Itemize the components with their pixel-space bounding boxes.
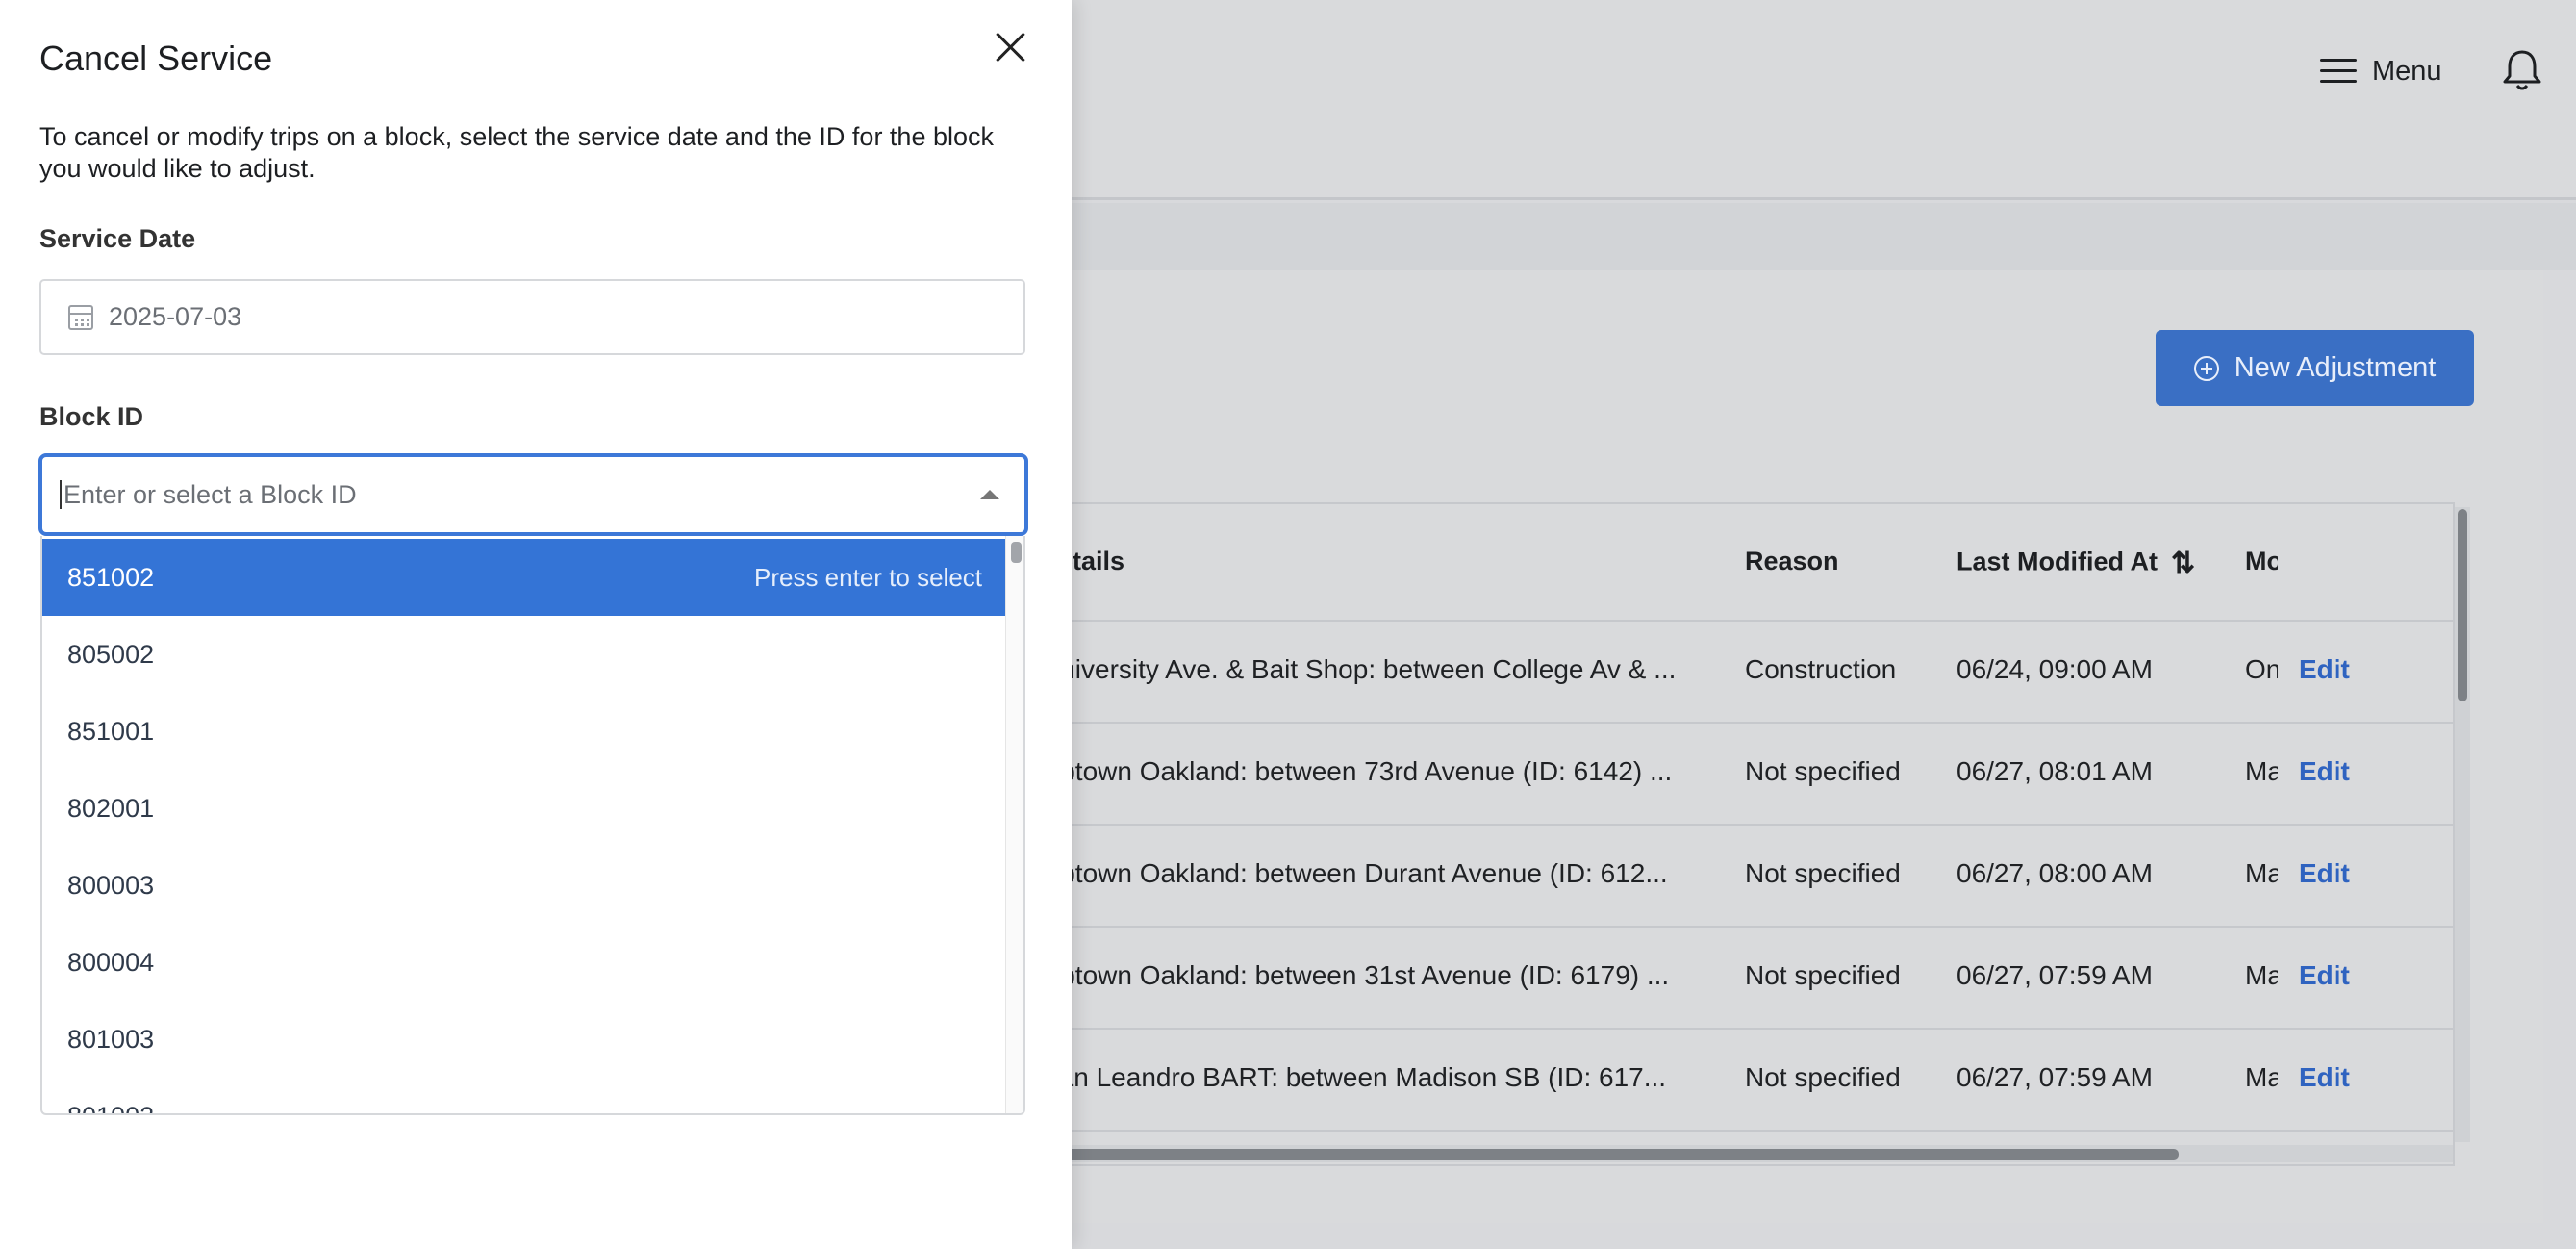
details-cell: University Ave. & Bait Shop: between Col… <box>1041 654 1677 684</box>
modified-by-cell: Ma <box>2245 858 2278 888</box>
drawer-title: Cancel Service <box>39 38 273 78</box>
block-option[interactable]: 851002 Press enter to select <box>42 539 1005 616</box>
calendar-icon <box>68 304 93 330</box>
plus-circle-icon <box>2193 355 2219 381</box>
menu-label: Menu <box>2372 55 2442 87</box>
column-modified-by: Mo <box>2245 547 2278 575</box>
table-row: Uptown Oakland: between 31st Avenue (ID:… <box>1041 928 2453 1030</box>
block-id-placeholder: Enter or select a Block ID <box>63 479 357 509</box>
adjustments-table: etails Reason Last Modified At⇅ Mo Unive… <box>1039 502 2455 1166</box>
bell-icon[interactable] <box>2501 48 2543 92</box>
menu-button[interactable]: Menu <box>2320 52 2442 90</box>
table-horizontal-scrollbar[interactable] <box>1039 1145 2453 1162</box>
table-row: San Leandro BART: between Madison SB (ID… <box>1041 1030 2453 1132</box>
sort-icon[interactable]: ⇅ <box>2171 547 2195 580</box>
column-last-modified[interactable]: Last Modified At ⇅ <box>1957 547 2195 580</box>
modified-cell: 06/27, 08:00 AM <box>1957 858 2153 888</box>
service-date-value: 2025-07-03 <box>109 302 242 331</box>
column-reason: Reason <box>1745 547 1839 575</box>
scrollbar-thumb[interactable] <box>2458 509 2467 701</box>
new-adjustment-button[interactable]: New Adjustment <box>2156 330 2474 406</box>
table-row: Uptown Oakland: between Durant Avenue (I… <box>1041 826 2453 928</box>
edit-link[interactable]: Edit <box>2299 756 2350 787</box>
edit-link[interactable]: Edit <box>2299 1062 2350 1093</box>
edit-link[interactable]: Edit <box>2299 654 2350 685</box>
cancel-service-drawer: Cancel Service To cancel or modify trips… <box>0 0 1072 1249</box>
block-option[interactable]: 801003 <box>42 1001 1005 1078</box>
dropdown-scrollbar[interactable] <box>1005 536 1023 1113</box>
table-row: Uptown Oakland: between 73rd Avenue (ID:… <box>1041 724 2453 826</box>
table-vertical-scrollbar[interactable] <box>2455 507 2470 1142</box>
block-option[interactable]: 800004 <box>42 924 1005 1001</box>
block-id-dropdown: 851002 Press enter to select 805002 8510… <box>40 536 1025 1115</box>
block-option[interactable]: 805002 <box>42 616 1005 693</box>
modified-cell: 06/27, 08:01 AM <box>1957 756 2153 786</box>
modified-by-cell: Ma <box>2245 756 2278 786</box>
text-cursor <box>60 480 62 509</box>
drawer-intro: To cancel or modify trips on a block, se… <box>39 122 994 183</box>
modified-cell: 06/24, 09:00 AM <box>1957 654 2153 684</box>
scrollbar-thumb[interactable] <box>1039 1149 2179 1160</box>
modified-by-cell: On <box>2245 654 2278 684</box>
block-option[interactable]: 851001 <box>42 693 1005 770</box>
scrollbar-thumb[interactable] <box>1011 542 1022 563</box>
details-cell: Uptown Oakland: between Durant Avenue (I… <box>1041 858 1668 888</box>
block-option[interactable]: 801002 <box>42 1078 1005 1114</box>
reason-cell: Construction <box>1745 654 1897 684</box>
block-option[interactable]: 800003 <box>42 847 1005 924</box>
details-cell: San Leandro BART: between Madison SB (ID… <box>1041 1062 1667 1092</box>
block-id-input[interactable]: Enter or select a Block ID <box>38 453 1028 536</box>
close-icon[interactable] <box>995 31 1027 64</box>
service-date-field[interactable]: 2025-07-03 <box>39 279 1025 355</box>
reason-cell: Not specified <box>1745 960 1901 990</box>
table-row: University Ave. & Bait Shop: between Col… <box>1041 622 2453 724</box>
reason-cell: Not specified <box>1745 756 1901 786</box>
enter-hint: Press enter to select <box>754 562 982 592</box>
new-adjustment-label: New Adjustment <box>2234 352 2437 383</box>
reason-cell: Not specified <box>1745 858 1901 888</box>
service-date-label: Service Date <box>39 224 196 253</box>
modified-cell: 06/27, 07:59 AM <box>1957 960 2153 990</box>
modified-cell: 06/27, 07:59 AM <box>1957 1062 2153 1092</box>
modified-by-cell: Ma <box>2245 1062 2278 1092</box>
block-id-label: Block ID <box>39 402 144 431</box>
hamburger-icon <box>2320 59 2357 84</box>
column-last-modified-label: Last Modified At <box>1957 547 2158 576</box>
edit-link[interactable]: Edit <box>2299 960 2350 991</box>
reason-cell: Not specified <box>1745 1062 1901 1092</box>
table-header: etails Reason Last Modified At⇅ Mo <box>1041 504 2453 622</box>
block-option[interactable]: 802001 <box>42 770 1005 847</box>
details-cell: Uptown Oakland: between 73rd Avenue (ID:… <box>1041 756 1673 786</box>
modified-by-cell: Ma <box>2245 960 2278 990</box>
edit-link[interactable]: Edit <box>2299 858 2350 889</box>
details-cell: Uptown Oakland: between 31st Avenue (ID:… <box>1041 960 1670 990</box>
caret-up-icon[interactable] <box>980 490 999 499</box>
block-option-label: 851002 <box>67 562 155 592</box>
